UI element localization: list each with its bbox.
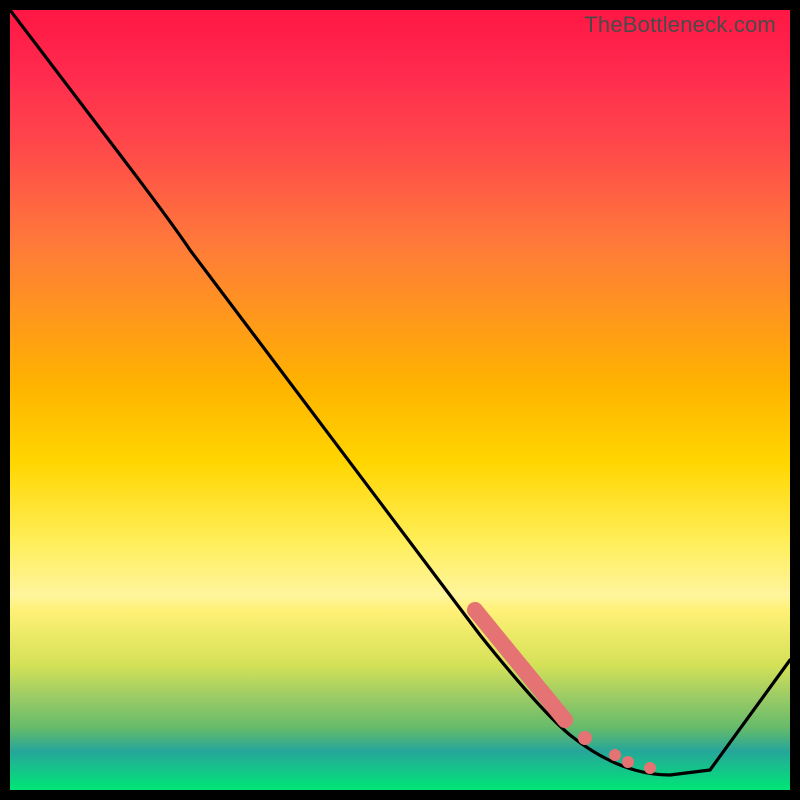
highlight-dot	[644, 762, 656, 774]
highlight-dot	[609, 749, 621, 761]
plot-area: TheBottleneck.com	[10, 10, 790, 790]
chart-container: TheBottleneck.com	[0, 0, 800, 800]
highlight-segment	[475, 610, 565, 720]
chart-svg	[10, 10, 790, 790]
watermark-label: TheBottleneck.com	[584, 12, 776, 38]
bottleneck-curve	[10, 10, 790, 775]
highlight-dot	[622, 756, 634, 768]
highlight-dot	[578, 731, 592, 745]
